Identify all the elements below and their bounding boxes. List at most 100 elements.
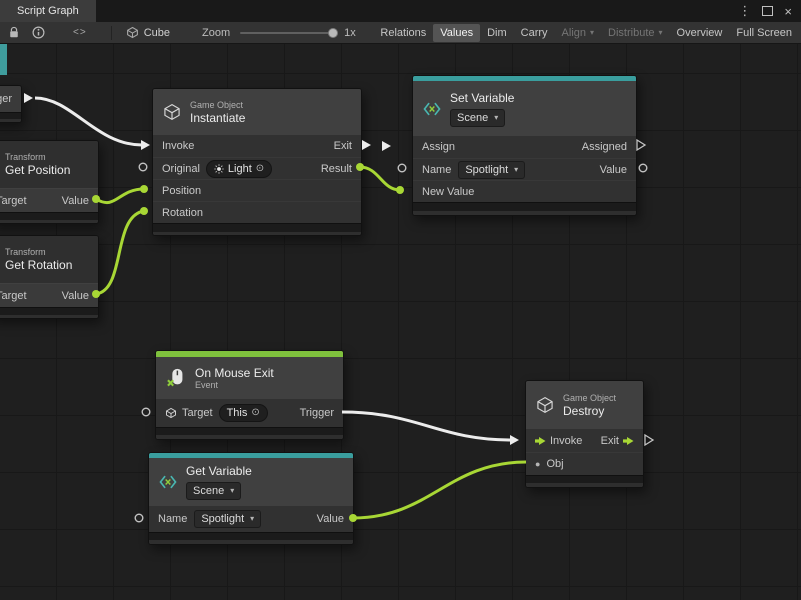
close-icon[interactable]: × [784,4,792,19]
relations-button[interactable]: Relations [373,24,433,42]
more-menu-icon[interactable]: ⋮ [738,3,751,19]
port-label-invoke: Invoke [550,435,582,447]
node-on-mouse-exit[interactable]: On Mouse Exit Event Target This ⊙ Trigge… [155,350,344,440]
distribute-button[interactable]: Distribute▾ [601,24,669,42]
chevron-down-icon: ▾ [494,114,498,122]
flow-port-empty[interactable] [645,435,653,445]
object-field-this[interactable]: This ⊙ [219,404,268,422]
port-row: Target Value [0,283,98,307]
chevron-down-icon: ▾ [659,29,663,37]
port-row: Assign Assigned [413,136,636,158]
zoom-label: Zoom [202,27,230,39]
node-title: Get Position [5,163,70,177]
wire-rotation-value[interactable] [96,211,144,294]
node-offscreen-event[interactable]: Trigger [0,85,22,123]
variable-name-dropdown[interactable]: Spotlight ▾ [458,161,525,179]
variable-kind-dropdown[interactable]: Scene ▾ [186,482,241,500]
node-header[interactable]: Get Variable Scene ▾ [149,458,353,506]
node-header[interactable]: Set Variable Scene ▾ [413,81,636,136]
wire-arrowhead [141,140,150,150]
port-row: Target Value [0,188,98,212]
value-port-empty[interactable] [139,163,147,171]
port-row: Target This ⊙ Trigger [156,399,343,427]
node-footer [413,202,636,211]
node-footer [149,532,353,540]
align-button[interactable]: Align▾ [555,24,601,42]
port-row: Trigger [0,86,21,112]
wire-trigger-to-invoke[interactable] [35,98,142,145]
port-row: Original Light ⊙ Result [153,157,361,179]
zoom-slider-handle[interactable] [328,28,338,38]
value-port-connected[interactable] [396,186,404,194]
node-footer [0,212,98,220]
values-button[interactable]: Values [433,24,480,42]
port-label-trigger: Trigger [0,93,12,105]
variable-name-dropdown[interactable]: Spotlight ▾ [194,510,261,528]
node-get-rotation[interactable]: Transform Get Rotation Target Value [0,235,99,319]
port-row: Name Spotlight ▾ Value [149,506,353,532]
dim-button[interactable]: Dim [480,24,514,42]
node-footer [153,223,361,232]
fullscreen-button[interactable]: Full Screen [729,24,799,42]
value-port-connected[interactable] [140,207,148,215]
flow-port-empty[interactable] [637,140,645,150]
gameobject-cube-icon [535,395,555,415]
value-port-empty[interactable] [135,514,143,522]
lock-icon[interactable] [8,26,20,39]
zoom-slider[interactable] [240,32,335,34]
wire-position-value[interactable] [96,189,144,203]
node-footer [526,475,643,483]
mouse-exit-icon [165,367,187,389]
object-picker-icon[interactable]: ⊙ [251,408,259,418]
port-row: Rotation [153,201,361,223]
code-view-icon[interactable]: <> [73,27,87,38]
object-picker-icon[interactable]: ⊙ [256,164,264,174]
port-label-obj: Obj [546,458,563,470]
object-field-value: Light [228,163,252,175]
value-port-connected[interactable] [140,185,148,193]
node-header[interactable]: Game Object Destroy [526,381,643,429]
node-bottom-edge [413,211,636,215]
port-label-assigned: Assigned [582,141,627,153]
node-set-variable[interactable]: Set Variable Scene ▾ Assign Assigned Nam… [412,75,637,216]
chevron-down-icon: ▾ [230,487,234,495]
variable-kind-dropdown[interactable]: Scene ▾ [450,109,505,127]
node-get-position[interactable]: Transform Get Position Target Value [0,140,99,224]
node-destroy[interactable]: Game Object Destroy Invoke Exit ● Obj [525,380,644,488]
chevron-down-icon: ▾ [590,29,594,37]
node-category: Game Object [190,100,245,111]
graph-target-label: Cube [144,27,170,39]
port-label-new-value: New Value [422,186,474,198]
wire-trigger-to-destroy[interactable] [342,412,511,440]
node-footer [156,427,343,435]
value-port-empty[interactable] [639,164,647,172]
maximize-icon[interactable] [762,6,773,16]
node-header[interactable]: Transform Get Rotation [0,236,98,283]
value-port-empty[interactable] [398,164,406,172]
flow-output-port[interactable] [24,93,33,103]
overview-button[interactable]: Overview [670,24,730,42]
port-label-trigger: Trigger [300,407,334,419]
node-bottom-edge [149,540,353,544]
port-label-position: Position [162,185,201,197]
node-get-variable[interactable]: Get Variable Scene ▾ Name Spotlight ▾ Va… [148,452,354,545]
node-bottom-edge [156,435,343,439]
flow-output-port-exit[interactable] [362,140,371,150]
flow-input-port-assign[interactable] [382,141,391,151]
object-field-light[interactable]: Light ⊙ [206,160,272,178]
wire-result-to-newvalue[interactable] [360,167,400,190]
node-header[interactable]: Game Object Instantiate [153,89,361,135]
port-label-target: Target [182,407,213,419]
info-icon[interactable] [32,26,45,39]
node-header[interactable]: On Mouse Exit Event [156,357,343,399]
tab-script-graph[interactable]: Script Graph [0,0,96,22]
node-title: On Mouse Exit [195,366,274,380]
graph-canvas[interactable]: Trigger Transform Get Position Target Va… [0,44,801,600]
gameobject-cube-icon [165,407,177,419]
port-label-target: Target [0,195,27,207]
node-instantiate[interactable]: Game Object Instantiate Invoke Exit Orig… [152,88,362,236]
wire-value-to-obj[interactable] [353,462,526,518]
carry-button[interactable]: Carry [514,24,555,42]
value-port-empty[interactable] [142,408,150,416]
node-header[interactable]: Transform Get Position [0,141,98,188]
